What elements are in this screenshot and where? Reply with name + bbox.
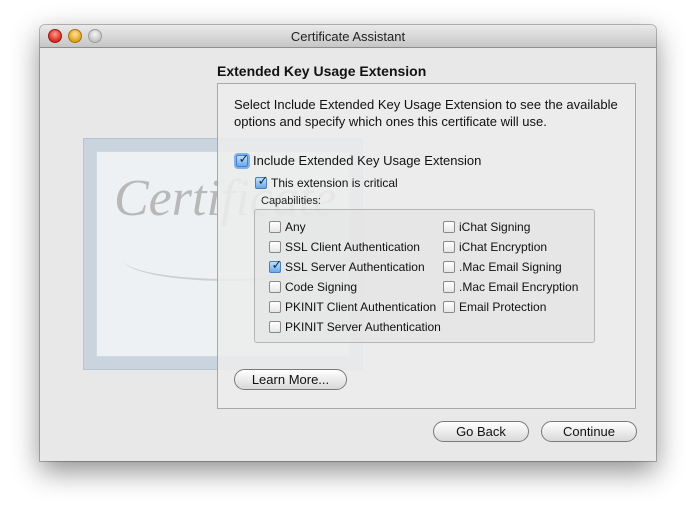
capability-code-signing-checkbox[interactable] (269, 281, 281, 293)
capability-any-label[interactable]: Any (285, 220, 306, 234)
capability-mac-email-signing-label[interactable]: .Mac Email Signing (459, 260, 562, 274)
continue-button[interactable]: Continue (541, 421, 637, 442)
window-title: Certificate Assistant (290, 29, 406, 44)
capability-mac-email-signing-checkbox[interactable] (443, 261, 455, 273)
checkmark-icon: ✓ (257, 173, 269, 188)
capability-pkinit-client-checkbox[interactable] (269, 301, 281, 313)
capability-ichat-signing-checkbox[interactable] (443, 221, 455, 233)
checkmark-icon: ✓ (238, 151, 250, 166)
critical-checkbox[interactable]: ✓ (255, 173, 268, 189)
capability-mac-email-encryption-label[interactable]: .Mac Email Encryption (459, 280, 578, 294)
capability-code-signing-label[interactable]: Code Signing (285, 280, 357, 294)
checkmark-icon: ✓ (271, 257, 283, 272)
capability-email-protection-label[interactable]: Email Protection (459, 300, 546, 314)
capability-ichat-signing-label[interactable]: iChat Signing (459, 220, 530, 234)
capability-any-checkbox[interactable] (269, 221, 281, 233)
options-panel: Select Include Extended Key Usage Extens… (217, 83, 636, 409)
capability-email-protection-checkbox[interactable] (443, 301, 455, 313)
capability-ssl-server-label[interactable]: SSL Server Authentication (285, 260, 425, 274)
capability-pkinit-client-label[interactable]: PKINIT Client Authentication (285, 300, 436, 314)
instructions-text: Select Include Extended Key Usage Extens… (234, 97, 618, 129)
capability-ssl-server-checkbox[interactable]: ✓ (269, 257, 282, 273)
capabilities-box: Any SSL Client Authentication ✓ SSL Serv… (254, 209, 595, 343)
capability-ssl-client-checkbox[interactable] (269, 241, 281, 253)
capability-ichat-encryption-label[interactable]: iChat Encryption (459, 240, 547, 254)
capability-pkinit-server-checkbox[interactable] (269, 321, 281, 333)
include-extension-label[interactable]: Include Extended Key Usage Extension (253, 153, 481, 168)
capabilities-label: Capabilities: (261, 195, 321, 207)
critical-label[interactable]: This extension is critical (271, 176, 398, 190)
certificate-assistant-window: Certificate Assistant Certificate Extend… (40, 25, 656, 461)
page-heading: Extended Key Usage Extension (217, 63, 427, 79)
title-bar[interactable]: Certificate Assistant (40, 25, 656, 48)
capability-mac-email-encryption-checkbox[interactable] (443, 281, 455, 293)
capability-ssl-client-label[interactable]: SSL Client Authentication (285, 240, 420, 254)
include-extension-checkbox[interactable]: ✓ (236, 151, 249, 167)
capability-pkinit-server-label[interactable]: PKINIT Server Authentication (285, 320, 441, 334)
learn-more-button[interactable]: Learn More... (234, 369, 347, 390)
capability-ichat-encryption-checkbox[interactable] (443, 241, 455, 253)
go-back-button[interactable]: Go Back (433, 421, 529, 442)
